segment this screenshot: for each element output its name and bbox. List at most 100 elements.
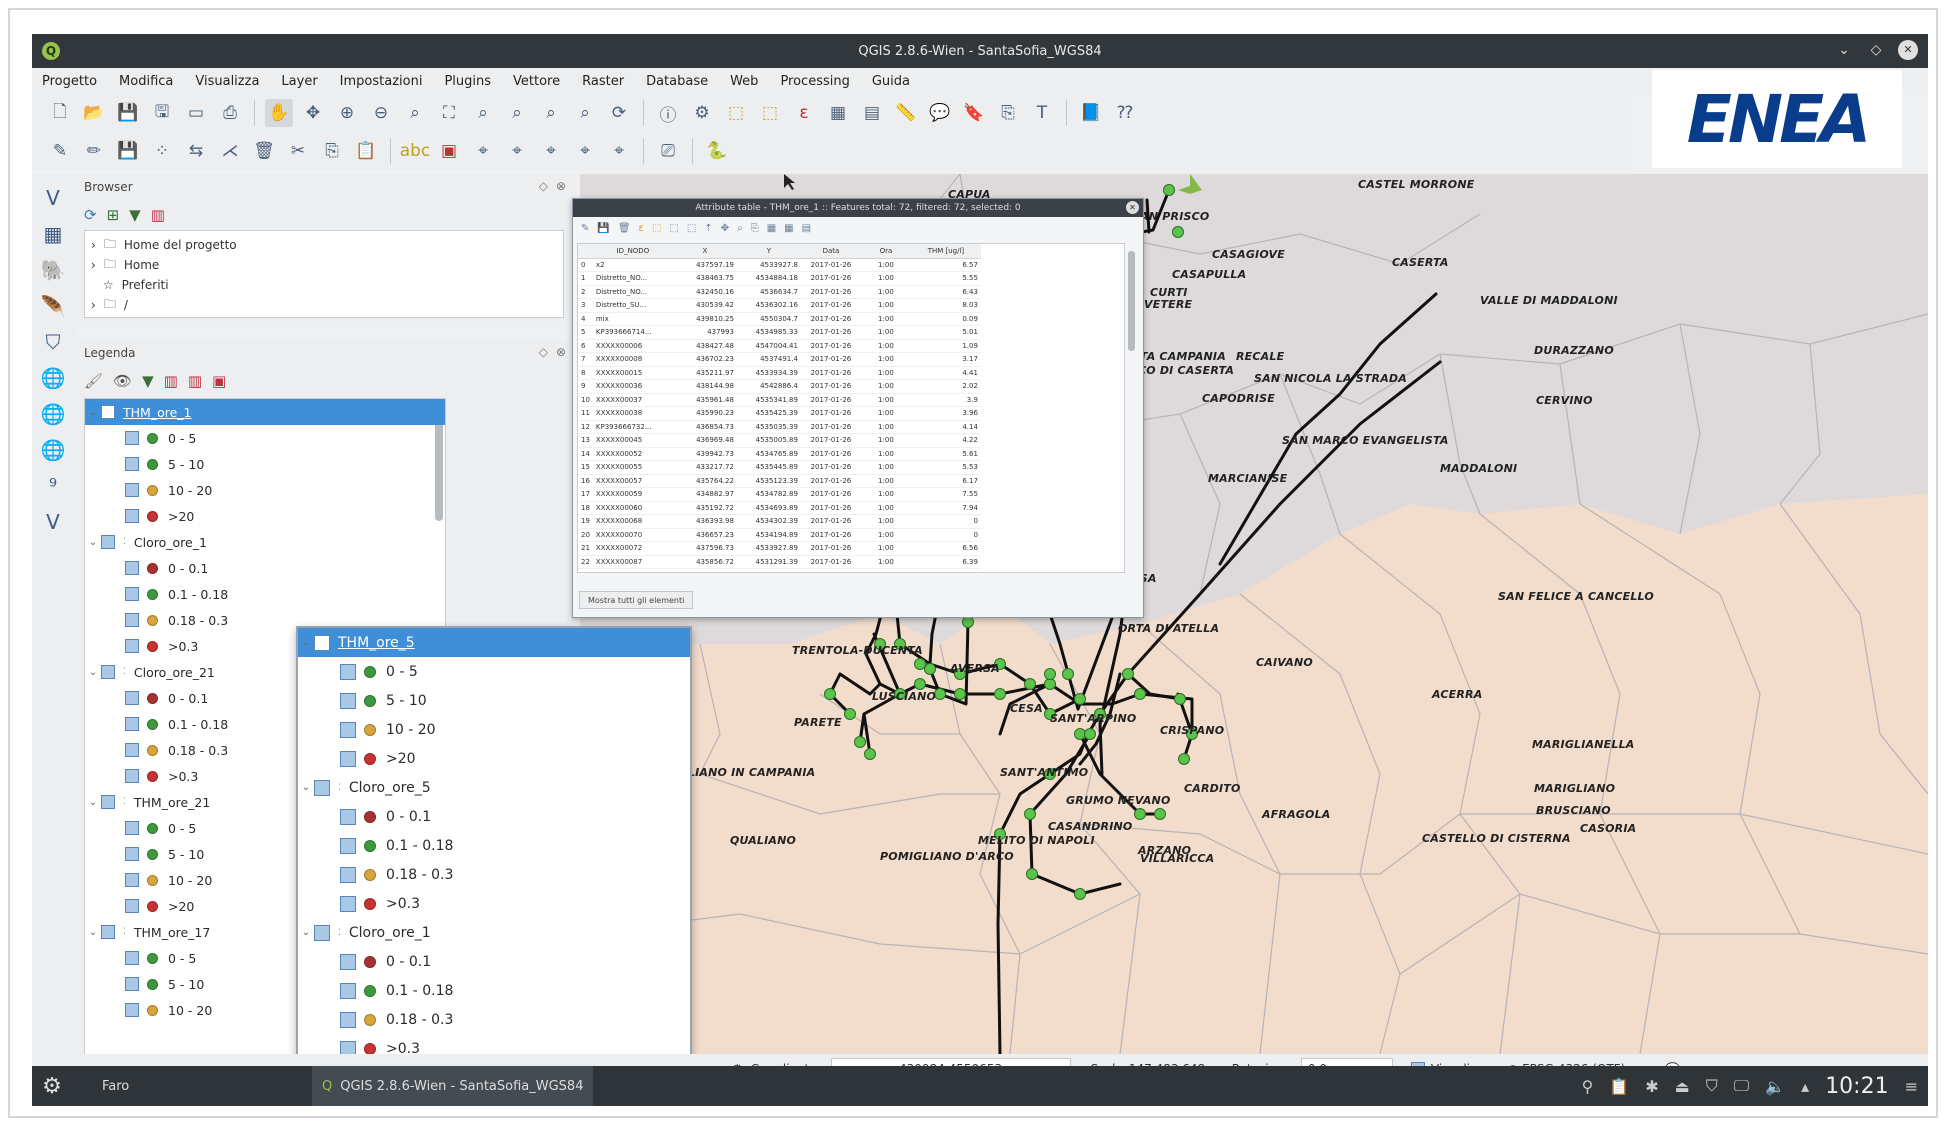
kde-launcher-icon[interactable]: ⚙ xyxy=(32,1074,72,1099)
save-project-icon[interactable]: 💾 xyxy=(114,99,142,127)
column-header[interactable]: X xyxy=(672,244,737,259)
class-visibility-checkbox[interactable] xyxy=(125,717,139,731)
class-visibility-checkbox[interactable] xyxy=(125,821,139,835)
add-raster-layer-icon[interactable]: ▦ xyxy=(39,220,67,248)
python-console-icon[interactable]: 🐍 xyxy=(703,137,731,165)
identify-icon[interactable]: ⓘ xyxy=(654,99,682,127)
zoom-map-icon[interactable]: ⌕ xyxy=(737,223,743,234)
class-visibility-checkbox[interactable] xyxy=(340,982,356,999)
table-row[interactable]: 13 XXXXX00045 436969.48 4535005.89 2017-01-2… xyxy=(578,433,981,448)
table-row[interactable]: 16 XXXXX00057 435764.22 4535123.39 2017-01-2… xyxy=(578,474,981,488)
table-row[interactable]: 2 Distretto_NO... 432450.16 4536634.7 2017-0… xyxy=(578,285,981,299)
legend-class[interactable]: 0.18 - 0.3 xyxy=(298,1005,690,1034)
class-visibility-checkbox[interactable] xyxy=(125,743,139,757)
zoom-next-icon[interactable]: ⌕ xyxy=(571,99,599,127)
style-icon[interactable]: 🖌 xyxy=(84,372,103,390)
layer-visibility-checkbox[interactable] xyxy=(314,634,330,651)
legend-class[interactable]: 5 - 10 xyxy=(298,686,690,715)
field-calc-icon[interactable]: ▤ xyxy=(802,223,811,234)
collapse-all-icon[interactable]: ▥ xyxy=(151,206,165,224)
new-shapefile-icon[interactable]: V xyxy=(39,508,67,536)
add-postgis-layer-icon[interactable]: 🐘 xyxy=(39,256,67,284)
layer-visibility-checkbox[interactable] xyxy=(101,665,115,679)
chevron-down-icon[interactable]: ⌄ xyxy=(85,407,101,418)
bluetooth-icon[interactable]: ✱ xyxy=(1645,1077,1658,1096)
deselect-icon[interactable]: ⬚ xyxy=(756,99,784,127)
class-visibility-checkbox[interactable] xyxy=(340,837,356,854)
table-row[interactable]: 1 Distretto_NO... 438463.75 4534884.18 2017-… xyxy=(578,271,981,286)
legend-layer[interactable]: ⌄ ⁚ Cloro_ore_5 xyxy=(298,773,690,802)
invert-selection-icon[interactable]: ⬚ xyxy=(669,223,678,234)
rotate-label-icon[interactable]: ⌖ xyxy=(571,137,599,165)
delete-selected-icon[interactable]: 🗑 xyxy=(250,137,278,165)
zoom-native-icon[interactable]: ⌕ xyxy=(401,99,429,127)
menu-icon[interactable]: ≡ xyxy=(1905,1077,1918,1096)
chevron-down-icon[interactable]: ⌄ xyxy=(298,637,314,648)
class-visibility-checkbox[interactable] xyxy=(125,561,139,575)
table-row[interactable]: 10 XXXXX00037 435961.48 4535341.89 2017-01-2… xyxy=(578,393,981,407)
attribute-table-scrollbar[interactable] xyxy=(1128,251,1135,351)
class-visibility-checkbox[interactable] xyxy=(125,951,139,965)
expand-all-icon[interactable]: ▥ xyxy=(164,372,178,390)
class-visibility-checkbox[interactable] xyxy=(125,873,139,887)
whats-this-icon[interactable]: ⁇ xyxy=(1111,99,1139,127)
class-visibility-checkbox[interactable] xyxy=(125,509,139,523)
menu-progetto[interactable]: Progetto xyxy=(42,74,97,89)
add-wms-layer-icon[interactable]: 🌐 xyxy=(39,364,67,392)
layer-visibility-checkbox[interactable] xyxy=(101,795,115,809)
show-hide-labels-icon[interactable]: ⌖ xyxy=(503,137,531,165)
class-visibility-checkbox[interactable] xyxy=(340,663,356,680)
add-wcs-layer-icon[interactable]: 🌐 xyxy=(39,400,67,428)
task-faro[interactable]: Faro xyxy=(72,1066,312,1106)
edit-pencil-icon[interactable]: ✎ xyxy=(46,137,74,165)
table-row[interactable]: 20 XXXXX00070 436657.23 4534194.89 2017-01-2… xyxy=(578,528,981,542)
visibility-icon[interactable]: 👁 xyxy=(113,372,132,390)
save-icon[interactable]: 💾 xyxy=(597,223,609,234)
device-icon[interactable]: ⏏ xyxy=(1675,1077,1690,1096)
table-row[interactable]: 19 XXXXX00068 436393.98 4534302.39 2017-01-2… xyxy=(578,514,981,529)
measure-icon[interactable]: 📏 xyxy=(892,99,920,127)
maximize-icon[interactable]: ◇ xyxy=(1866,40,1886,60)
menu-processing[interactable]: Processing xyxy=(780,74,849,89)
add-layer-icon[interactable]: ⊞ xyxy=(107,206,120,224)
class-visibility-checkbox[interactable] xyxy=(340,1011,356,1028)
clipboard-icon[interactable]: 📋 xyxy=(1609,1077,1629,1096)
add-vector-layer-icon[interactable]: V xyxy=(39,184,67,212)
class-visibility-checkbox[interactable] xyxy=(125,431,139,445)
chevron-down-icon[interactable]: ⌄ xyxy=(85,927,101,938)
table-row[interactable]: 22 XXXXX00087 435856.72 4531291.39 2017-01-2… xyxy=(578,555,981,569)
composer-manager-icon[interactable]: ⎙ xyxy=(216,99,244,127)
add-mssql-layer-icon[interactable]: ⛉ xyxy=(39,328,67,356)
legend-class[interactable]: 0 - 5 xyxy=(85,425,445,451)
close-panel-icon[interactable]: ⊗ xyxy=(556,345,566,359)
layer-visibility-checkbox[interactable] xyxy=(314,924,330,941)
add-delimited-text-icon[interactable]: ⁹ xyxy=(39,472,67,500)
chevron-down-icon[interactable]: ⌄ xyxy=(85,797,101,808)
float-panel-icon[interactable]: ◇ xyxy=(539,345,548,359)
collapse-all-icon[interactable]: ▥ xyxy=(188,372,202,390)
remove-layer-icon[interactable]: ▣ xyxy=(212,372,226,390)
layer-visibility-checkbox[interactable] xyxy=(101,925,115,939)
table-row[interactable]: 15 XXXXX00055 433217.72 4535445.89 2017-01-2… xyxy=(578,460,981,475)
menu-layer[interactable]: Layer xyxy=(281,74,317,89)
column-header[interactable]: Ora xyxy=(860,244,911,259)
zoom-full-icon[interactable]: ⛶ xyxy=(435,99,463,127)
move-feature-icon[interactable]: ⇆ xyxy=(182,137,210,165)
table-row[interactable]: 4 mix 439810.25 4550304.7 2017-01-26 1:00 0.09 xyxy=(578,312,981,326)
class-visibility-checkbox[interactable] xyxy=(340,721,356,738)
close-icon[interactable]: ✕ xyxy=(1126,201,1139,214)
column-header[interactable]: THM [ug/l] xyxy=(910,244,981,259)
table-row[interactable]: 18 XXXXX00060 435192.72 4534693.89 2017-01-2… xyxy=(578,501,981,515)
chevron-down-icon[interactable]: ⌄ xyxy=(298,927,314,938)
chevron-down-icon[interactable]: ⌄ xyxy=(85,537,101,548)
pan-to-selection-icon[interactable]: ✥ xyxy=(299,99,327,127)
layer-labeling-icon[interactable]: ▣ xyxy=(435,137,463,165)
legend-class[interactable]: >0.3 xyxy=(298,889,690,918)
layer-visibility-checkbox[interactable] xyxy=(314,779,330,796)
action-icon[interactable]: ⚙ xyxy=(688,99,716,127)
new-field-icon[interactable]: ▦ xyxy=(767,223,776,234)
legend-class[interactable]: 0.18 - 0.3 xyxy=(298,860,690,889)
column-header[interactable]: Y xyxy=(736,244,801,259)
select-expression-icon[interactable]: ε xyxy=(639,223,644,234)
table-row[interactable]: 17 XXXXX00059 434882.97 4534782.89 2017-01-2… xyxy=(578,487,981,502)
